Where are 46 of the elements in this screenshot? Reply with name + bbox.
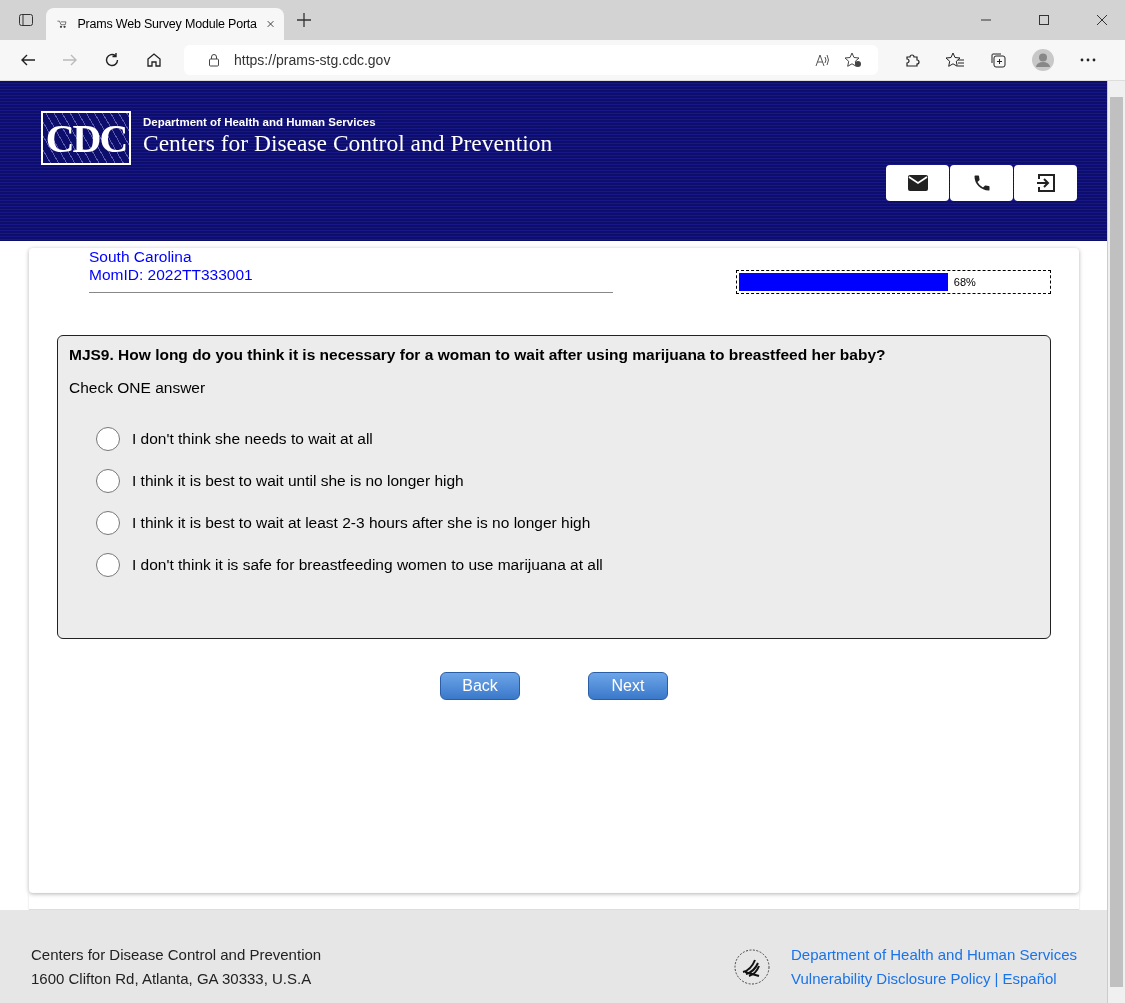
radio-button[interactable] — [96, 427, 120, 451]
tab-actions-icon[interactable] — [18, 12, 34, 28]
address-bar[interactable]: https://prams-stg.cdc.gov — [184, 45, 878, 75]
puzzle-icon[interactable] — [904, 52, 920, 68]
lock-icon — [208, 53, 220, 67]
question-text: MJS9. How long do you think it is necessary for a woman to wait after using marijuana to breastfeed her baby? — [69, 346, 887, 364]
read-aloud-icon[interactable] — [814, 52, 830, 68]
footer-address: 1600 Clifton Rd, Atlanta, GA 30333, U.S.A — [31, 968, 313, 989]
answer-option[interactable]: I don't think she needs to wait at all — [132, 430, 373, 448]
exit-icon — [1035, 173, 1056, 193]
mom-id: MomID: 2022TT333001 — [89, 266, 254, 284]
collections-icon[interactable] — [990, 52, 1006, 68]
email-button[interactable] — [886, 165, 949, 201]
answer-option[interactable]: I don't think it is safe for breastfeeding women to use marijuana at all — [132, 556, 603, 574]
close-icon[interactable] — [1097, 15, 1107, 25]
radio-button[interactable] — [96, 511, 120, 535]
progress-reading: 68% — [953, 276, 976, 288]
more-icon[interactable] — [1080, 58, 1096, 62]
footer-org: Centers for Disease Control and Prevention — [31, 944, 322, 965]
eagle-seal-icon — [733, 947, 771, 986]
home-icon[interactable] — [146, 52, 162, 68]
scrollbar[interactable] — [1107, 81, 1125, 1003]
state-name: South Carolina — [89, 248, 193, 266]
radio-button[interactable] — [96, 469, 120, 493]
separator: | — [994, 968, 999, 989]
answer-option[interactable]: I think it is best to wait until she is no longer high — [132, 472, 464, 490]
favorites-icon[interactable] — [946, 52, 964, 68]
department-name: Department of Health and Human Services — [143, 116, 377, 128]
radio-button[interactable] — [96, 553, 120, 577]
browser-tab[interactable]: Prams Web Survey Module Porta — [46, 8, 284, 40]
footer-link[interactable]: Department of Health and Human Services — [791, 945, 1077, 963]
envelope-icon — [907, 175, 928, 191]
answer-option[interactable]: I think it is best to wait at least 2-3 hours after she is no longer high — [132, 514, 591, 532]
footer-link[interactable]: Vulnerability Disclosure Policy — [791, 966, 991, 991]
new-tab-icon[interactable] — [296, 12, 312, 28]
cdc-logo[interactable]: CDC — [41, 111, 131, 165]
phone-button[interactable] — [950, 165, 1013, 201]
agency-name: Centers for Disease Control and Prevention — [143, 130, 553, 157]
logout-button[interactable] — [1014, 165, 1077, 201]
maximize-icon[interactable] — [1039, 15, 1049, 25]
favorite-add-icon[interactable] — [844, 52, 862, 68]
back-arrow-icon[interactable] — [20, 52, 36, 68]
instruction-text: Check ONE answer — [69, 379, 207, 397]
refresh-icon[interactable] — [104, 52, 120, 68]
profile-avatar-icon[interactable] — [1032, 49, 1054, 71]
footer-link[interactable]: Español — [1002, 966, 1057, 991]
